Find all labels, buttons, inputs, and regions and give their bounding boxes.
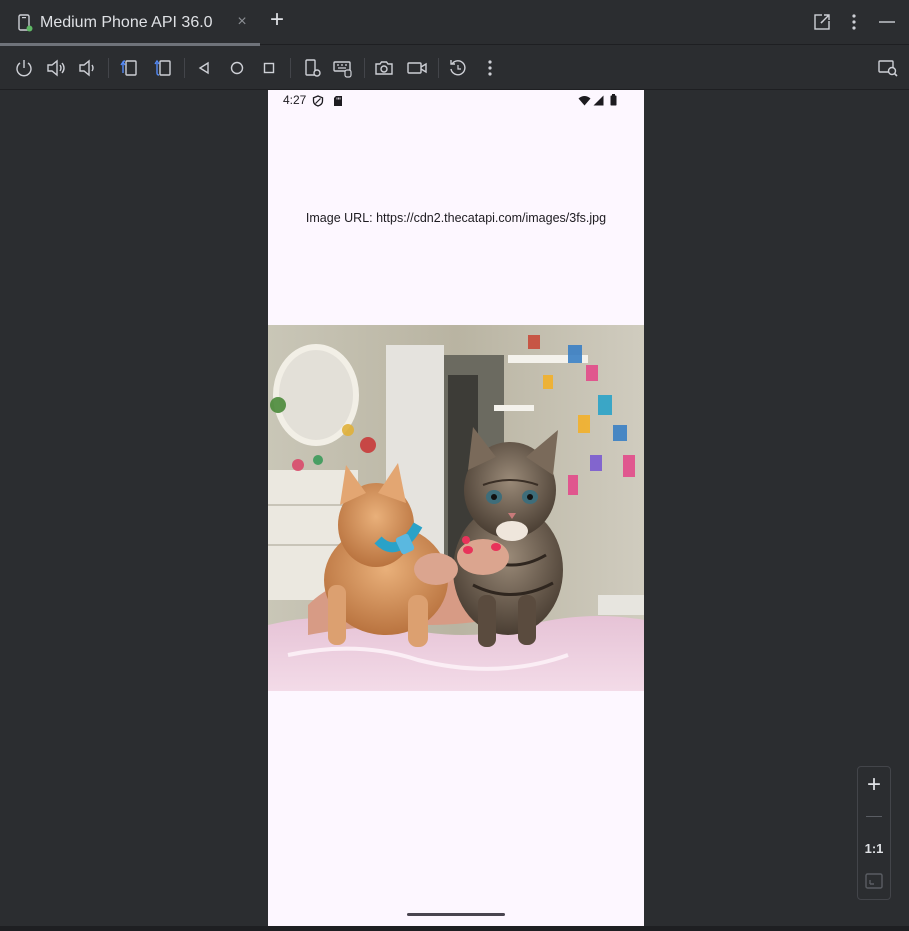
toolbar-separator: [364, 58, 365, 78]
image-url-label: Image URL: https://cdn2.thecatapi.com/im…: [305, 211, 607, 225]
overview-icon[interactable]: [257, 56, 281, 80]
device-screen[interactable]: 4:27 Image URL: https://cdn2.thecatapi.c…: [268, 90, 644, 926]
volume-down-icon[interactable]: [75, 56, 99, 80]
back-icon[interactable]: [192, 56, 216, 80]
toolbar-separator: [438, 58, 439, 78]
new-tab-button[interactable]: +: [264, 8, 290, 34]
power-icon[interactable]: [12, 56, 36, 80]
toolbar-separator: [290, 58, 291, 78]
wifi-icon: [578, 96, 591, 106]
two-kittens-photo: [268, 325, 644, 691]
screenshot-icon[interactable]: [372, 56, 396, 80]
signal-icon: [593, 95, 604, 106]
device-settings-icon[interactable]: [300, 56, 324, 80]
zoom-actual-size-button[interactable]: 1:1: [858, 841, 890, 856]
zoom-fit-screen-icon[interactable]: [865, 873, 883, 889]
home-icon[interactable]: [225, 56, 249, 80]
tab-title: Medium Phone API 36.0: [40, 13, 213, 31]
zoom-out-button[interactable]: [866, 816, 882, 817]
minimize-icon[interactable]: [875, 10, 899, 34]
sd-card-icon: [334, 96, 342, 106]
more-vertical-icon[interactable]: [842, 10, 866, 34]
device-phone-icon: [18, 13, 33, 31]
screen-record-icon[interactable]: [405, 56, 429, 80]
device-mirroring-icon[interactable]: [876, 56, 900, 80]
zoom-in-button[interactable]: +: [858, 771, 890, 799]
tab-bar: Medium Phone API 36.0 × +: [0, 0, 909, 46]
battery-icon: [610, 94, 617, 106]
toolbar-separator: [108, 58, 109, 78]
vpn-shield-icon: [312, 95, 324, 107]
bottom-edge: [0, 926, 909, 931]
toolbar-separator: [184, 58, 185, 78]
snapshot-restore-icon[interactable]: [446, 56, 470, 80]
tab-close-button[interactable]: ×: [234, 12, 250, 32]
rotate-right-icon[interactable]: [151, 56, 175, 80]
volume-up-icon[interactable]: [44, 56, 68, 80]
open-in-window-icon[interactable]: [810, 10, 834, 34]
rotate-left-icon[interactable]: [117, 56, 141, 80]
tab-device[interactable]: Medium Phone API 36.0: [0, 0, 260, 46]
keyboard-icon[interactable]: [331, 56, 355, 80]
gesture-nav-bar[interactable]: [407, 913, 505, 916]
emulator-toolbar: [0, 46, 909, 90]
status-time: 4:27: [283, 93, 307, 107]
zoom-controls: + 1:1: [857, 766, 891, 900]
more-vertical-icon[interactable]: [478, 56, 502, 80]
